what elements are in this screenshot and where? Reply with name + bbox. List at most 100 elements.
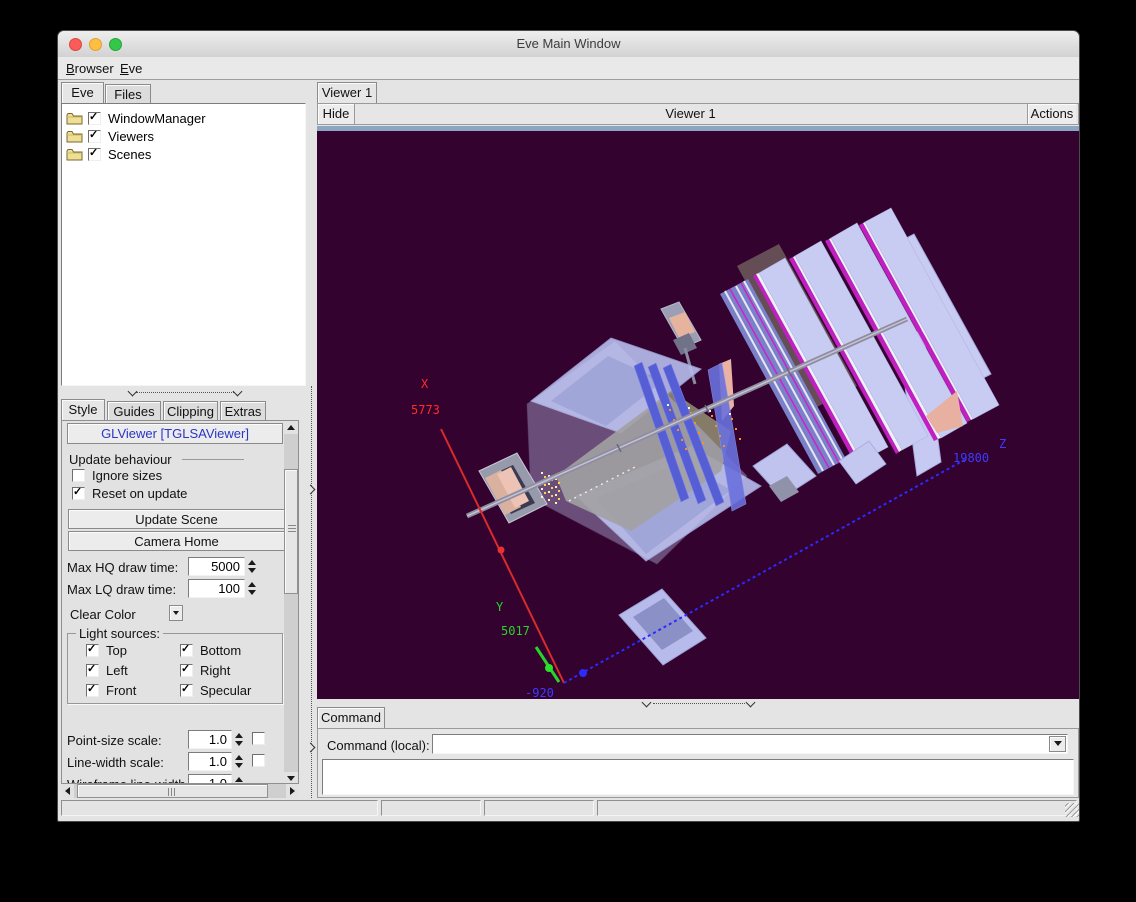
wireframe-width-label: Wireframe line-width xyxy=(67,777,185,784)
menu-bar: Browser Eve xyxy=(58,57,1079,80)
max-lq-input[interactable]: 100 xyxy=(188,579,245,598)
left-horizontal-splitter[interactable] xyxy=(61,386,306,398)
tab-style[interactable]: Style xyxy=(61,399,105,420)
axis-x-value: 5773 xyxy=(411,403,440,417)
viewer-toolbar: Hide Viewer 1 Actions xyxy=(317,103,1079,125)
scroll-up-button[interactable] xyxy=(284,421,298,434)
point-size-stepper[interactable] xyxy=(233,730,246,749)
max-hq-stepper[interactable] xyxy=(246,557,259,576)
light-right-checkbox[interactable]: ✓ xyxy=(180,664,193,677)
menu-eve[interactable]: Eve xyxy=(116,60,146,77)
command-dropdown-button[interactable] xyxy=(1049,736,1066,752)
command-combobox[interactable] xyxy=(432,734,1068,754)
folder-icon xyxy=(66,148,83,161)
light-left-label: Left xyxy=(106,663,128,678)
style-panel: GLViewer [TGLSAViewer] Update behaviour … xyxy=(61,420,299,784)
menu-browser[interactable]: Browser xyxy=(62,60,118,77)
clear-color-label: Clear Color xyxy=(70,607,136,622)
tab-viewer-1[interactable]: Viewer 1 xyxy=(317,82,377,103)
detector-3d-scene: X 5773 Y 5017 Z 19800 -920 xyxy=(317,126,1079,699)
folder-icon xyxy=(66,130,83,143)
main-vertical-splitter[interactable] xyxy=(306,386,317,798)
point-size-checkbox[interactable]: ✓ xyxy=(252,732,265,745)
separator xyxy=(182,459,244,460)
camera-home-button[interactable]: Camera Home xyxy=(68,531,285,551)
point-size-label: Point-size scale: xyxy=(67,733,162,748)
wireframe-width-stepper[interactable] xyxy=(233,774,246,784)
line-width-input[interactable]: 1.0 xyxy=(188,752,232,771)
tree-checkbox[interactable]: ✓ xyxy=(88,112,101,125)
resize-grip[interactable] xyxy=(1065,803,1079,817)
axis-z-label: Z xyxy=(999,437,1006,451)
max-hq-input[interactable]: 5000 xyxy=(188,557,245,576)
light-top-label: Top xyxy=(106,643,127,658)
glviewer-button[interactable]: GLViewer [TGLSAViewer] xyxy=(67,423,283,444)
light-bottom-label: Bottom xyxy=(200,643,241,658)
command-local-label: Command (local): xyxy=(327,738,430,753)
viewer-command-splitter[interactable] xyxy=(317,699,1079,707)
point-size-input[interactable]: 1.0 xyxy=(188,730,232,749)
line-width-stepper[interactable] xyxy=(233,752,246,771)
tree-item-windowmanager[interactable]: ✓ WindowManager xyxy=(64,110,294,128)
reset-on-update-label: Reset on update xyxy=(92,486,187,501)
tree-item-scenes[interactable]: ✓ Scenes xyxy=(64,146,294,164)
axis-origin-value: -920 xyxy=(525,686,554,699)
axis-y: Y 5017 xyxy=(496,600,559,682)
scroll-thumb[interactable] xyxy=(284,469,298,594)
eve-tree-panel: ✓ WindowManager ✓ Viewers ✓ Scenes xyxy=(61,103,306,386)
tree-item-label: Viewers xyxy=(108,129,154,144)
scroll-right-button[interactable] xyxy=(286,784,299,798)
chevron-down-icon xyxy=(1054,741,1062,746)
style-panel-vscrollbar[interactable] xyxy=(284,421,298,784)
update-behaviour-label: Update behaviour xyxy=(69,452,172,467)
tree-item-viewers[interactable]: ✓ Viewers xyxy=(64,128,294,146)
update-scene-button[interactable]: Update Scene xyxy=(68,509,285,529)
light-specular-checkbox[interactable]: ✓ xyxy=(180,684,193,697)
light-front-checkbox[interactable]: ✓ xyxy=(86,684,99,697)
scroll-left-button[interactable] xyxy=(61,784,74,798)
tab-extras[interactable]: Extras xyxy=(220,401,266,420)
hide-button[interactable]: Hide xyxy=(318,104,355,124)
tab-command[interactable]: Command xyxy=(317,707,385,728)
tab-files[interactable]: Files xyxy=(105,84,151,103)
clear-color-dropdown[interactable] xyxy=(169,605,183,621)
command-input[interactable] xyxy=(434,736,1048,752)
reset-on-update-checkbox[interactable]: ✓ xyxy=(72,487,85,500)
tree-checkbox[interactable]: ✓ xyxy=(88,130,101,143)
viewer-title: Viewer 1 xyxy=(355,106,1026,121)
light-top-checkbox[interactable]: ✓ xyxy=(86,644,99,657)
status-segment xyxy=(484,800,594,816)
bottom-box xyxy=(619,589,706,665)
tree-item-label: Scenes xyxy=(108,147,151,162)
status-segment xyxy=(381,800,481,816)
max-lq-stepper[interactable] xyxy=(246,579,259,598)
wireframe-width-input[interactable]: 1.0 xyxy=(188,774,232,784)
light-sources-label: Light sources: xyxy=(76,626,163,641)
light-left-checkbox[interactable]: ✓ xyxy=(86,664,99,677)
tab-clipping[interactable]: Clipping xyxy=(163,401,218,420)
command-output[interactable] xyxy=(322,759,1074,795)
axis-z-value: 19800 xyxy=(953,451,989,465)
light-bottom-checkbox[interactable]: ✓ xyxy=(180,644,193,657)
window-title: Eve Main Window xyxy=(58,36,1079,51)
ignore-sizes-checkbox[interactable]: ✓ xyxy=(72,469,85,482)
left-panel-hscrollbar[interactable] xyxy=(61,784,299,798)
viewport-top-strip xyxy=(317,126,1079,131)
actions-button[interactable]: Actions xyxy=(1027,104,1076,124)
tab-eve[interactable]: Eve xyxy=(61,82,104,103)
tab-guides[interactable]: Guides xyxy=(107,401,161,420)
axis-x-label: X xyxy=(421,377,429,391)
scroll-down-button[interactable] xyxy=(284,772,298,784)
light-sources-group: Light sources: ✓ Top ✓ Bottom ✓ Left ✓ R… xyxy=(67,633,283,704)
tree-checkbox[interactable]: ✓ xyxy=(88,148,101,161)
axis-y-value: 5017 xyxy=(501,624,530,638)
status-bar xyxy=(58,800,1080,819)
title-bar[interactable]: Eve Main Window xyxy=(58,31,1079,58)
status-segment xyxy=(61,800,378,816)
gl-viewport[interactable]: X 5773 Y 5017 Z 19800 -920 xyxy=(317,126,1079,699)
tree-item-label: WindowManager xyxy=(108,111,206,126)
max-hq-label: Max HQ draw time: xyxy=(67,560,178,575)
light-specular-label: Specular xyxy=(200,683,251,698)
line-width-checkbox[interactable]: ✓ xyxy=(252,754,265,767)
scroll-thumb[interactable] xyxy=(77,784,268,798)
